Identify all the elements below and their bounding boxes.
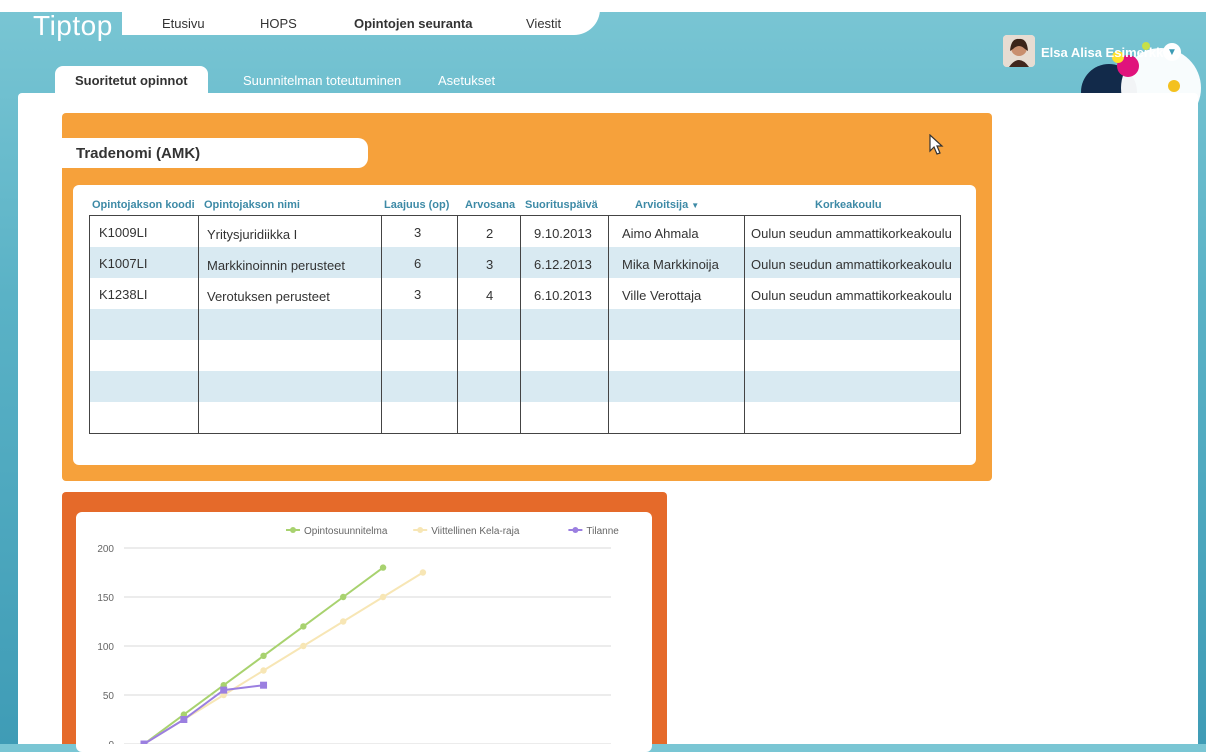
divider xyxy=(198,216,199,433)
divider xyxy=(457,216,458,433)
cell-code: K1238LI xyxy=(99,287,148,302)
data-point[interactable] xyxy=(300,642,307,650)
cell-name: Markkinoinnin perusteet xyxy=(207,258,346,273)
y-tick-label: 50 xyxy=(103,691,115,702)
courses-table: Opintojakson koodi Opintojakson nimi Laa… xyxy=(73,185,976,465)
y-tick-label: 0 xyxy=(108,740,114,744)
cell-assessor: Mika Markkinoija xyxy=(622,257,719,272)
data-point[interactable] xyxy=(260,652,267,659)
cell-assessor: Aimo Ahmala xyxy=(622,226,699,241)
divider xyxy=(744,216,745,433)
col-assessor-header[interactable]: Arvioitsija ▼ xyxy=(635,199,699,211)
series-line xyxy=(143,684,264,745)
empty-row xyxy=(90,402,960,433)
empty-row xyxy=(90,371,960,402)
data-point[interactable] xyxy=(419,569,427,576)
legend-label[interactable]: Tilanne xyxy=(586,526,619,537)
col-assessor-label: Arvioitsija xyxy=(635,199,689,211)
nav-hops[interactable]: HOPS xyxy=(260,16,297,31)
user-menu[interactable]: Elsa Alisa Esimerkki ▼ xyxy=(1003,35,1183,67)
tab-suunnitelman-toteutuminen[interactable]: Suunnitelman toteutuminen xyxy=(243,66,401,94)
avatar xyxy=(1003,35,1035,67)
data-point[interactable] xyxy=(300,623,307,630)
nav-viestit[interactable]: Viestit xyxy=(526,16,561,31)
cell-code: K1009LI xyxy=(99,225,148,240)
cell-grade: 3 xyxy=(486,257,494,272)
legend-marker xyxy=(572,527,579,533)
cell-name: Yritysjuridiikka I xyxy=(207,227,298,242)
cell-credits: 6 xyxy=(414,256,422,271)
progress-chart: 0 50 100 150 200 Opintosuunnitelma Viittelline… xyxy=(97,526,619,751)
tab-asetukset[interactable]: Asetukset xyxy=(438,66,495,94)
user-name: Elsa Alisa Esimerkki xyxy=(1041,45,1167,60)
col-grade-header[interactable]: Arvosana xyxy=(465,199,515,211)
data-point[interactable] xyxy=(379,564,387,571)
col-name-header[interactable]: Opintojakson nimi xyxy=(204,199,300,211)
data-point[interactable] xyxy=(140,740,148,748)
y-tick-label: 100 xyxy=(97,642,114,653)
cell-date: 6.12.2013 xyxy=(534,257,592,272)
degree-header: Tradenomi (AMK) xyxy=(62,138,368,168)
data-point[interactable] xyxy=(180,716,188,723)
data-point[interactable] xyxy=(220,686,228,694)
cell-date: 9.10.2013 xyxy=(534,226,592,241)
caret-down-icon[interactable]: ▼ xyxy=(691,201,699,210)
empty-row xyxy=(90,309,960,340)
degree-title: Tradenomi (AMK) xyxy=(76,145,201,162)
tab-suoritetut-opinnot[interactable]: Suoritetut opinnot xyxy=(55,66,208,94)
cell-school: Oulun seudun ammattikorkeakoulu xyxy=(751,288,952,303)
data-point[interactable] xyxy=(260,667,267,674)
col-code-header[interactable]: Opintojakson koodi xyxy=(92,199,195,211)
data-point[interactable] xyxy=(260,681,268,689)
legend-marker xyxy=(417,527,424,533)
chevron-down-icon[interactable]: ▼ xyxy=(1163,43,1181,61)
nav-opintojen-seuranta[interactable]: Opintojen seuranta xyxy=(354,16,472,31)
cell-school: Oulun seudun ammattikorkeakoulu xyxy=(751,226,952,241)
col-school-header[interactable]: Korkeakoulu xyxy=(815,199,882,211)
cell-credits: 3 xyxy=(414,287,422,302)
nav-etusivu[interactable]: Etusivu xyxy=(162,16,205,31)
cell-grade: 2 xyxy=(486,226,494,241)
cell-school: Oulun seudun ammattikorkeakoulu xyxy=(751,257,952,272)
cell-name: Verotuksen perusteet xyxy=(207,289,330,304)
legend-marker xyxy=(290,527,296,533)
courses-grid: K1009LI Yritysjuridiikka I 3 2 9.10.2013… xyxy=(89,215,961,434)
data-point[interactable] xyxy=(379,593,387,601)
divider xyxy=(520,216,521,433)
legend-label[interactable]: Viittellinen Kela-raja xyxy=(431,526,520,537)
empty-row xyxy=(90,340,960,371)
legend-label[interactable]: Opintosuunnitelma xyxy=(304,526,388,537)
cell-credits: 3 xyxy=(414,225,422,240)
data-point[interactable] xyxy=(340,593,347,601)
cell-date: 6.10.2013 xyxy=(534,288,592,303)
divider xyxy=(608,216,609,433)
main-nav: Etusivu HOPS Opintojen seuranta Viestit xyxy=(122,5,600,35)
data-point[interactable] xyxy=(340,618,347,625)
col-credits-header[interactable]: Laajuus (op) xyxy=(384,199,449,211)
y-tick-label: 150 xyxy=(97,593,114,604)
cell-code: K1007LI xyxy=(99,256,148,271)
mouse-cursor-icon xyxy=(929,134,944,155)
y-tick-label: 200 xyxy=(97,544,114,555)
col-date-header[interactable]: Suorituspäivä xyxy=(525,199,598,211)
cell-assessor: Ville Verottaja xyxy=(622,288,702,303)
progress-chart-panel: 0 50 100 150 200 Opintosuunnitelma Viittelline… xyxy=(62,492,667,752)
chart-card: 0 50 100 150 200 Opintosuunnitelma Viittelline… xyxy=(76,512,652,752)
brand-logo[interactable]: Tiptop xyxy=(33,10,113,42)
cell-grade: 4 xyxy=(486,288,494,303)
divider xyxy=(381,216,382,433)
